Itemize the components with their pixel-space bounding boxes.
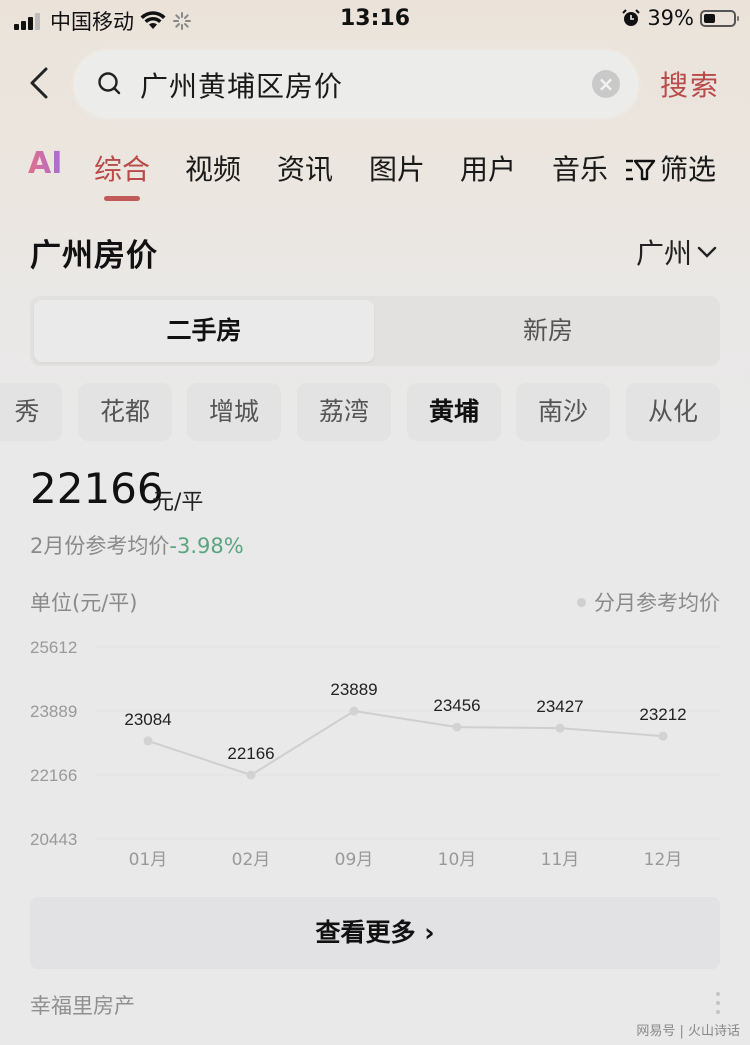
y-tick-label: 25612 bbox=[30, 638, 77, 657]
y-tick-label: 23889 bbox=[30, 702, 77, 721]
alarm-icon bbox=[622, 9, 641, 26]
tab-music[interactable]: 音乐 bbox=[552, 148, 608, 188]
chart-legend: 分月参考均价 bbox=[577, 587, 720, 617]
status-bar: 中国移动 13:16 39% bbox=[0, 0, 750, 38]
tab-general[interactable]: 综合 bbox=[94, 148, 150, 188]
search-query[interactable]: 广州黄埔区房价 bbox=[140, 65, 343, 105]
tab-images[interactable]: 图片 bbox=[369, 148, 425, 188]
data-point bbox=[452, 722, 462, 732]
district-chip[interactable]: 增城 bbox=[187, 383, 281, 441]
price-line-chart: 25612 23889 22166 20443 01月 02月 09月 10月 11月 12月 23… bbox=[30, 638, 720, 870]
x-tick-label: 12月 bbox=[644, 850, 683, 870]
data-label: 22166 bbox=[227, 744, 274, 763]
data-point bbox=[555, 723, 565, 733]
district-chip[interactable]: 南沙 bbox=[516, 383, 610, 441]
search-button[interactable]: 搜索 bbox=[660, 64, 720, 104]
city-dropdown[interactable]: 广州 bbox=[636, 232, 718, 272]
y-tick-label: 22166 bbox=[30, 766, 77, 785]
x-tick-label: 09月 bbox=[335, 850, 374, 870]
data-label: 23889 bbox=[330, 680, 377, 699]
data-point bbox=[658, 731, 668, 741]
district-chip[interactable]: 从化 bbox=[626, 383, 720, 441]
battery-percent: 39% bbox=[647, 6, 694, 30]
tab-video[interactable]: 视频 bbox=[185, 148, 241, 188]
chevron-down-icon bbox=[697, 246, 717, 258]
series-line bbox=[147, 709, 664, 777]
legend-label: 分月参考均价 bbox=[594, 591, 720, 615]
x-tick-label: 11月 bbox=[541, 850, 580, 870]
filter-label: 筛选 bbox=[660, 153, 717, 186]
tab-users[interactable]: 用户 bbox=[460, 148, 516, 188]
chevron-left-icon[interactable] bbox=[24, 66, 58, 100]
x-tick-label: 10月 bbox=[438, 850, 477, 870]
data-point bbox=[143, 736, 153, 746]
result-tabs: AI 综合 视频 资讯 图片 用户 音乐 筛选 bbox=[0, 142, 750, 202]
view-more-button[interactable]: 查看更多 › bbox=[30, 897, 720, 969]
close-icon[interactable]: × bbox=[592, 70, 620, 98]
data-label: 23427 bbox=[536, 697, 583, 716]
source-label: 幸福里房产 bbox=[30, 994, 135, 1018]
tab-news[interactable]: 资讯 bbox=[277, 148, 333, 188]
segment-second-hand[interactable]: 二手房 bbox=[34, 300, 374, 362]
data-point bbox=[246, 770, 256, 780]
chevron-right-icon: › bbox=[415, 918, 435, 947]
price-change: -3.98% bbox=[169, 534, 244, 558]
segment-new-house[interactable]: 新房 bbox=[376, 296, 720, 366]
data-label: 23212 bbox=[639, 705, 686, 724]
battery-icon bbox=[700, 9, 739, 27]
search-bar-row: 广州黄埔区房价 × 搜索 bbox=[0, 48, 750, 120]
price-caption-text: 2月份参考均价 bbox=[30, 534, 170, 558]
average-price: 22166 bbox=[30, 464, 164, 513]
filter-button[interactable]: 筛选 bbox=[624, 148, 716, 188]
y-tick-label: 20443 bbox=[30, 830, 77, 849]
city-dropdown-label: 广州 bbox=[635, 237, 692, 270]
search-icon bbox=[98, 72, 121, 95]
price-unit: 元/平 bbox=[152, 490, 204, 515]
chart-unit-label: 单位(元/平) bbox=[30, 591, 138, 615]
watermark: 网易号 | 火山诗话 bbox=[636, 1024, 740, 1039]
district-chip-label: 秀 bbox=[14, 397, 40, 426]
district-chip[interactable]: 秀 bbox=[0, 383, 62, 441]
status-right: 39% bbox=[621, 6, 739, 30]
house-type-segmented-control: 二手房 新房 bbox=[30, 296, 720, 366]
data-point bbox=[349, 706, 359, 716]
district-chips: 秀 花都 增城 荔湾 黄埔 南沙 从化 bbox=[0, 383, 750, 441]
data-label: 23084 bbox=[124, 710, 171, 729]
data-label: 23456 bbox=[433, 696, 480, 715]
price-caption: 2月份参考均价-3.98% bbox=[30, 530, 244, 560]
district-chip[interactable]: 荔湾 bbox=[297, 383, 391, 441]
legend-dot-icon bbox=[577, 597, 586, 607]
more-options-icon[interactable] bbox=[716, 992, 722, 1014]
x-tick-label: 01月 bbox=[129, 850, 168, 870]
view-more-label: 查看更多 bbox=[315, 918, 416, 947]
search-input[interactable]: 广州黄埔区房价 × bbox=[74, 50, 638, 118]
district-chip[interactable]: 花都 bbox=[78, 383, 172, 441]
active-tab-indicator bbox=[104, 196, 140, 201]
card-title: 广州房价 bbox=[30, 238, 158, 274]
x-tick-label: 02月 bbox=[232, 850, 271, 870]
district-chip-active[interactable]: 黄埔 bbox=[407, 383, 501, 441]
filter-icon bbox=[626, 159, 656, 181]
tab-ai[interactable]: AI bbox=[28, 146, 62, 181]
